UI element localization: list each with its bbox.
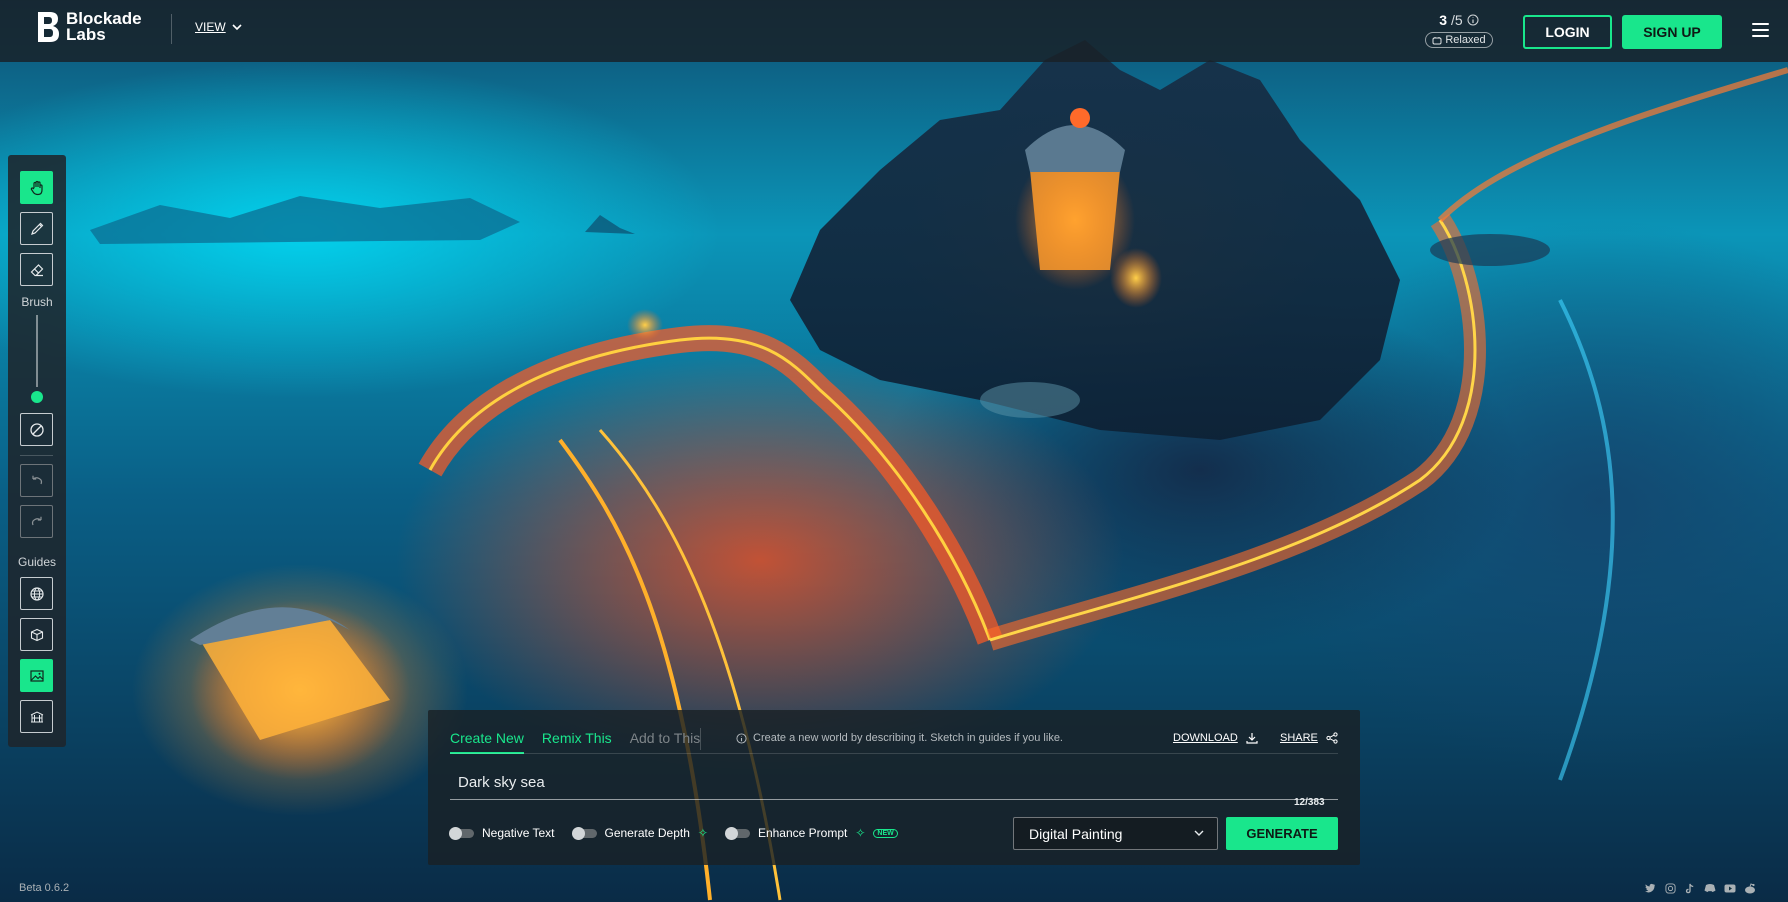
globe-icon xyxy=(29,586,44,601)
undo-button[interactable] xyxy=(20,464,53,497)
generation-options: Negative Text Generate Depth ✧ Enhance P… xyxy=(449,826,916,840)
discord-icon[interactable] xyxy=(1704,882,1716,894)
generate-button[interactable]: GENERATE xyxy=(1226,817,1338,850)
drawing-toolbar: Brush Guides xyxy=(8,155,66,747)
image-guide-button[interactable] xyxy=(20,659,53,692)
share-label: SHARE xyxy=(1280,732,1318,744)
share-link[interactable]: SHARE xyxy=(1280,732,1338,744)
download-label: DOWNLOAD xyxy=(1173,732,1238,744)
toolbar-divider xyxy=(20,455,53,456)
brush-size-slider-track[interactable] xyxy=(36,315,38,387)
tab-add-to-this[interactable]: Add to This xyxy=(630,730,701,754)
version-label: Beta 0.6.2 xyxy=(19,882,70,894)
globe-guide-button[interactable] xyxy=(20,577,53,610)
enhance-prompt-label: Enhance Prompt xyxy=(757,826,848,840)
header-divider xyxy=(171,14,172,44)
info-icon[interactable] xyxy=(1467,14,1479,26)
chevron-down-icon xyxy=(232,23,242,30)
tabs-divider xyxy=(700,728,701,750)
credits-indicator[interactable]: 3/5 Relaxed xyxy=(1422,12,1496,50)
top-navigation-bar: Blockade Labs VIEW 3/5 Relaxed LOGIN SIG… xyxy=(0,0,1788,62)
redo-button[interactable] xyxy=(20,505,53,538)
negative-text-toggle[interactable]: Negative Text xyxy=(449,826,555,840)
view-menu-label: VIEW xyxy=(195,20,226,34)
enhance-prompt-toggle[interactable]: Enhance Prompt ✧ NEW xyxy=(724,826,898,840)
pan-tool-button[interactable] xyxy=(20,171,53,204)
tab-create-new[interactable]: Create New xyxy=(450,730,524,754)
negative-text-label: Negative Text xyxy=(482,826,555,840)
brush-size-slider-handle[interactable] xyxy=(31,391,43,403)
view-menu-button[interactable]: VIEW xyxy=(195,20,242,34)
brand-logo[interactable]: Blockade Labs xyxy=(36,10,142,44)
reddit-icon[interactable] xyxy=(1744,882,1756,894)
download-icon xyxy=(1246,733,1258,744)
chevron-down-icon xyxy=(1194,830,1204,836)
tiktok-icon[interactable] xyxy=(1684,882,1696,894)
redo-icon xyxy=(31,516,42,525)
mode-icon xyxy=(1432,36,1442,44)
toggle-switch[interactable] xyxy=(571,826,597,840)
generate-depth-label: Generate Depth xyxy=(604,826,690,840)
toggle-switch[interactable] xyxy=(724,826,750,840)
generate-depth-toggle[interactable]: Generate Depth ✧ xyxy=(571,826,708,840)
blockade-logo-icon xyxy=(38,12,59,42)
style-select-value: Digital Painting xyxy=(1029,825,1123,842)
credits-count: 3/5 xyxy=(1439,12,1479,28)
new-badge: NEW xyxy=(873,828,898,838)
instagram-icon[interactable] xyxy=(1664,882,1676,894)
info-icon xyxy=(736,732,747,744)
signup-button[interactable]: SIGN UP xyxy=(1622,15,1722,49)
prompt-char-count: 12/383 xyxy=(1294,797,1325,808)
image-icon xyxy=(29,669,44,682)
box-guide-button[interactable] xyxy=(20,700,53,733)
generation-mode-badge: Relaxed xyxy=(1425,32,1493,48)
sparkle-icon: ✧ xyxy=(697,826,708,840)
clear-icon xyxy=(29,422,44,437)
share-icon xyxy=(1326,732,1338,744)
eraser-tool-button[interactable] xyxy=(20,253,53,286)
style-select[interactable]: Digital Painting xyxy=(1013,817,1218,850)
clear-canvas-button[interactable] xyxy=(20,413,53,446)
credits-total: /5 xyxy=(1451,12,1463,28)
hamburger-menu-icon[interactable] xyxy=(1752,23,1769,38)
twitter-icon[interactable] xyxy=(1644,882,1656,894)
prompt-panel: Create New Remix This Add to This Create… xyxy=(428,710,1360,865)
download-link[interactable]: DOWNLOAD xyxy=(1173,732,1258,744)
social-links xyxy=(1644,882,1756,894)
box-guide-icon xyxy=(30,710,43,722)
prompt-input[interactable] xyxy=(450,766,1338,800)
brush-size-label: Brush xyxy=(21,295,53,309)
pencil-tool-button[interactable] xyxy=(20,212,53,245)
prompt-hint-text: Create a new world by describing it. Ske… xyxy=(753,732,1063,744)
credits-used: 3 xyxy=(1439,12,1448,28)
sparkle-icon: ✧ xyxy=(855,826,866,840)
cube-guide-button[interactable] xyxy=(20,618,53,651)
cube-icon xyxy=(30,628,43,641)
eraser-icon xyxy=(30,263,43,276)
guides-label: Guides xyxy=(17,555,57,569)
toggle-switch[interactable] xyxy=(449,826,474,840)
youtube-icon[interactable] xyxy=(1724,882,1736,894)
pencil-icon xyxy=(30,222,43,235)
tab-remix-this[interactable]: Remix This xyxy=(542,730,612,754)
generation-mode-label: Relaxed xyxy=(1445,34,1486,46)
hand-icon xyxy=(30,180,43,195)
brand-name-line2: Labs xyxy=(66,25,106,44)
undo-icon xyxy=(31,475,42,484)
login-button[interactable]: LOGIN xyxy=(1523,15,1612,49)
prompt-hint: Create a new world by describing it. Ske… xyxy=(736,732,1063,744)
mode-tabs: Create New Remix This Add to This xyxy=(450,730,700,754)
brand-name: Blockade Labs xyxy=(66,10,142,44)
tabs-baseline xyxy=(450,753,1338,754)
